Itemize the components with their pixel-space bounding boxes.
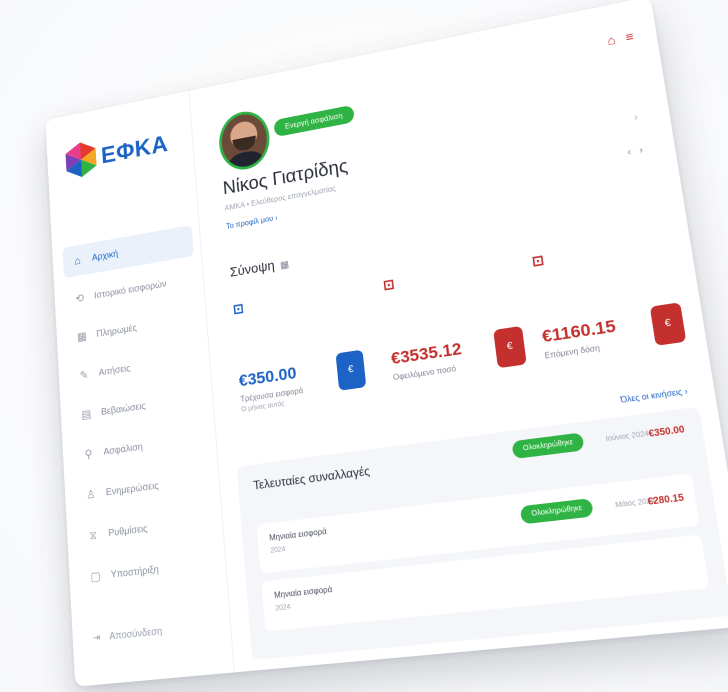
chevron-right-icon[interactable]: › — [639, 143, 653, 156]
kpi-card[interactable]: ⊡ €3535.12 Οφειλόμενο ποσό € — [373, 255, 538, 406]
logo-text: ΕΦΚΑ — [100, 129, 169, 169]
logout-button[interactable]: ⇥ Αποσύνδεση — [92, 626, 162, 644]
logout-label: Αποσύνδεση — [109, 626, 163, 643]
sidebar-item-label: Βεβαιώσεις — [100, 400, 147, 418]
main-content: ⌂ ≡ Ενεργή ασφάλιση Νίκος Γιατρίδης ΑΜΚΑ… — [188, 0, 728, 672]
tx-name: Μηνιαία εισφορά — [268, 526, 328, 543]
status-badge: Ενεργή ασφάλιση — [273, 104, 355, 138]
kpi-card[interactable]: ⊡ €1160.15 Επόμενη δόση € — [521, 230, 699, 386]
kpi-amount: €1160.15 — [540, 316, 617, 347]
tx-year: 2024 — [270, 545, 286, 555]
status-pill: Ολοκληρώθηκε — [519, 498, 595, 525]
see-all-link[interactable]: Όλες οι κινήσεις › — [620, 386, 688, 404]
pen-icon: ✎ — [79, 367, 89, 383]
sidebar-item-support[interactable]: ▢ Υποστήριξη — [79, 546, 219, 595]
wallet-icon: ⊡ — [530, 251, 546, 270]
avatar[interactable] — [216, 107, 272, 174]
kpi-tile: € — [649, 302, 687, 346]
pager: ‹› — [627, 143, 652, 158]
calendar-icon: ▦ — [76, 329, 88, 344]
kpi-label: Επόμενη δόση — [544, 343, 601, 361]
logout-icon: ⇥ — [92, 632, 101, 645]
chevron-right-icon[interactable]: › — [633, 112, 638, 123]
sidebar-item-label: Ρυθμίσεις — [108, 523, 148, 539]
tx-amount: €350.00 — [647, 423, 686, 439]
wallet-icon: ⊡ — [232, 300, 245, 317]
notification-icon[interactable]: ⌂ — [606, 32, 616, 48]
sidebar-item-label: Ασφάλιση — [103, 441, 144, 458]
top-actions: ⌂ ≡ — [606, 29, 634, 48]
tx-year: 2024 — [275, 603, 291, 613]
status-pill: Ολοκληρώθηκε — [511, 432, 585, 460]
history-icon: ⟲ — [74, 291, 85, 306]
sidebar-item-label: Αρχική — [91, 248, 119, 263]
sidebar-item-label: Υποστήριξη — [110, 563, 160, 581]
grid-icon[interactable]: ▦ — [280, 259, 290, 271]
kpi-card[interactable]: ⊡ €350.00 Τρέχουσα εισφορά Ο μήνας αυτός… — [223, 281, 376, 428]
efka-logo-icon — [65, 139, 98, 180]
shield-icon: ⚲ — [84, 446, 93, 462]
tx-name: Μηνιαία εισφορά — [273, 584, 333, 601]
sidebar-item-label: Αιτήσεις — [98, 362, 131, 379]
document-icon: ▤ — [80, 407, 92, 422]
sidebar-item-label: Πληρωμές — [96, 322, 138, 340]
menu-icon[interactable]: ≡ — [625, 29, 635, 45]
app-window: ΕΦΚΑ ⌂ Αρχική ⟲ Ιστορικό εισφορών ▦ Πληρ… — [45, 0, 728, 687]
people-icon: ♙ — [85, 486, 96, 502]
sidebar-nav: ⌂ Αρχική ⟲ Ιστορικό εισφορών ▦ Πληρωμές … — [62, 224, 219, 603]
tx-date: Ιούνιος 2024 — [605, 430, 650, 444]
logo[interactable]: ΕΦΚΑ — [65, 125, 169, 180]
help-icon: ▢ — [90, 568, 102, 584]
profile-link[interactable]: Το προφίλ μου › — [226, 213, 278, 230]
background: ΕΦΚΑ ⌂ Αρχική ⟲ Ιστορικό εισφορών ▦ Πληρ… — [0, 0, 728, 692]
settings-icon: ⧖ — [88, 527, 98, 542]
sidebar-item-label: Ιστορικό εισφορών — [93, 278, 167, 301]
kpi-tile: € — [335, 349, 367, 391]
home-icon: ⌂ — [74, 253, 81, 268]
sidebar-item-label: Ενημερώσεις — [105, 480, 159, 498]
tx-amount: €280.15 — [646, 491, 685, 507]
wallet-icon: ⊡ — [382, 275, 396, 294]
sidebar-item-settings[interactable]: ⧖ Ρυθμίσεις — [77, 504, 216, 554]
transactions-panel: Τελευταίες συναλλαγές Ολοκληρώθηκε Ιούνι… — [236, 406, 728, 661]
sidebar-item-updates[interactable]: ♙ Ενημερώσεις — [75, 462, 213, 512]
kpi-tile: € — [493, 325, 527, 369]
summary-title: Σύνοψη ▦ — [229, 257, 290, 280]
